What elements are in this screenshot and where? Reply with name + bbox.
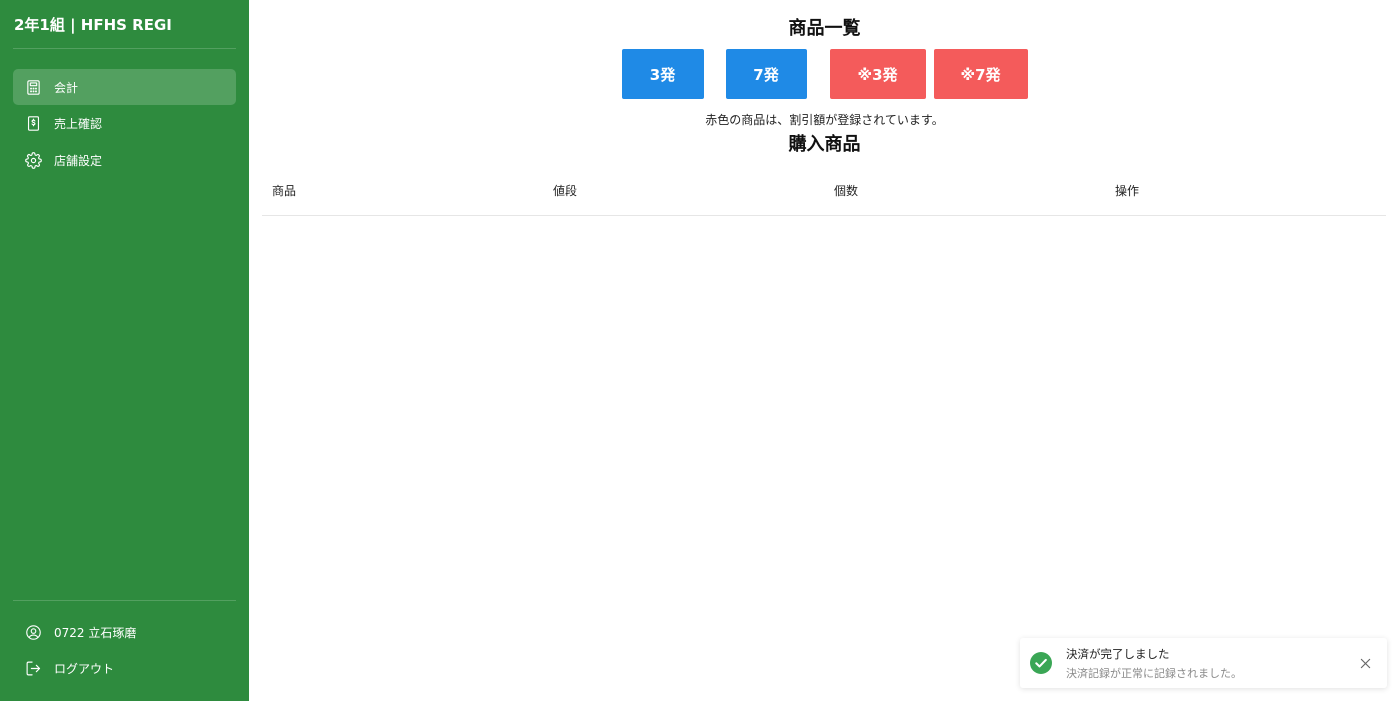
cart-title: 購入商品 [788, 134, 861, 155]
check-circle-icon [1030, 652, 1052, 674]
logout-icon [25, 660, 42, 677]
sidebar-item-label: 店舗設定 [54, 153, 103, 168]
toast-title: 決済が完了しました [1066, 646, 1170, 661]
app-root: 2年1組 | HFHS REGI 会計 売上確認 店舗設定 0722 立石琢磨 … [0, 0, 1400, 701]
user-name: 0722 立石琢磨 [54, 625, 137, 640]
sidebar-item-checkout[interactable]: 会計 [13, 69, 236, 105]
product-button-discount-3hatsu[interactable]: ※3発 [829, 49, 926, 99]
sidebar-nav: 会計 売上確認 店舗設定 [13, 69, 236, 179]
logout-label: ログアウト [54, 661, 115, 676]
product-button-3hatsu[interactable]: 3発 [621, 49, 704, 99]
product-button-discount-7hatsu[interactable]: ※7発 [933, 49, 1028, 99]
sidebar-item-store-settings[interactable]: 店舗設定 [13, 142, 236, 178]
column-header-quantity: 個数 [834, 184, 859, 198]
sidebar-item-label: 売上確認 [54, 117, 103, 131]
sidebar: 2年1組 | HFHS REGI 会計 売上確認 店舗設定 0722 立石琢磨 … [0, 0, 249, 701]
toast-text: 決済が完了しました 決済記録が正常に記録されました。 [1066, 646, 1353, 681]
column-header-product: 商品 [272, 184, 297, 198]
cart-table-header: 商品 値段 個数 操作 [262, 166, 1386, 216]
sidebar-item-sales[interactable]: 売上確認 [13, 106, 236, 142]
receipt-dollar-icon [25, 115, 42, 132]
user-profile[interactable]: 0722 立石琢磨 [13, 614, 236, 650]
user-circle-icon [25, 624, 42, 641]
toast-description: 決済記録が正常に記録されました。 [1066, 666, 1242, 680]
cart-table: 商品 値段 個数 操作 [262, 166, 1386, 216]
main-content: 商品一覧 3発 7発 ※3発 ※7発 赤色の商品は、割引額が登録されています。 … [249, 0, 1400, 701]
sidebar-divider-bottom [13, 600, 236, 601]
column-header-actions: 操作 [1115, 184, 1140, 198]
discount-note: 赤色の商品は、割引額が登録されています。 [705, 113, 944, 127]
column-header-price: 値段 [553, 184, 578, 198]
close-icon [1360, 658, 1370, 668]
sidebar-footer: 0722 立石琢磨 ログアウト [13, 614, 236, 686]
logout-button[interactable]: ログアウト [13, 650, 236, 686]
gear-icon [25, 151, 42, 169]
product-buttons: 3発 7発 ※3発 ※7発 [249, 49, 1400, 99]
toast-close-button[interactable] [1353, 651, 1377, 675]
app-brand: 2年1組 | HFHS REGI [14, 16, 172, 34]
calculator-icon [25, 79, 42, 96]
sidebar-item-label: 会計 [54, 80, 79, 95]
success-toast: 決済が完了しました 決済記録が正常に記録されました。 [1020, 638, 1387, 688]
product-button-7hatsu[interactable]: 7発 [725, 49, 807, 99]
sidebar-divider-top [13, 48, 236, 49]
products-title: 商品一覧 [788, 18, 861, 39]
